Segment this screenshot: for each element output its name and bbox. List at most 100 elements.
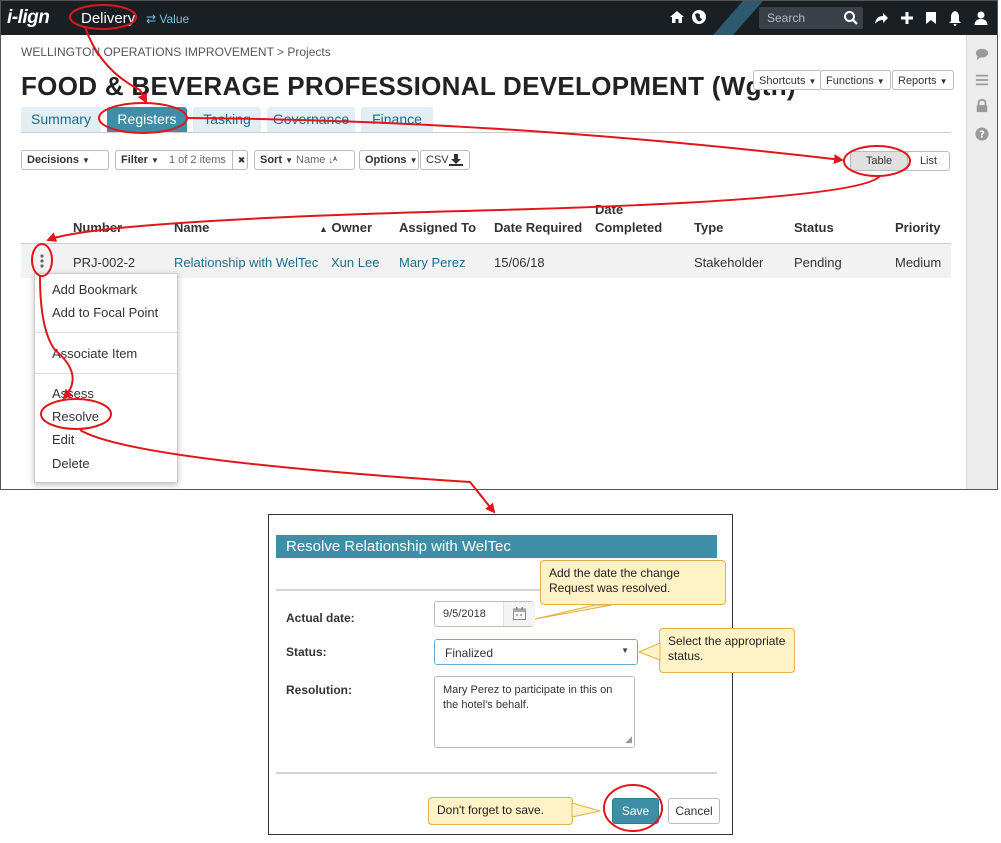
dialog-title: Resolve Relationship with WelTec: [276, 535, 717, 558]
bookmark-icon[interactable]: [923, 10, 939, 26]
callout-save-tip: Don't forget to save.: [428, 797, 573, 825]
col-priority[interactable]: Priority: [895, 220, 941, 235]
sort-dropdown[interactable]: Sort ▼ Name ↓ᴬ: [254, 150, 355, 170]
col-name[interactable]: Name: [174, 220, 209, 235]
plus-icon[interactable]: [899, 10, 915, 26]
resolution-text: Mary Perez to participate in this on the…: [443, 684, 613, 711]
callout-date-tip: Add the date the change Request was reso…: [540, 560, 726, 605]
status-value: Finalized: [445, 646, 494, 660]
col-date-completed-line1[interactable]: Date: [595, 202, 623, 217]
col-number[interactable]: Number: [73, 220, 122, 235]
breadcrumb[interactable]: WELLINGTON OPERATIONS IMPROVEMENT > Proj…: [21, 45, 331, 59]
sort-az-icon: ↓ᴬ: [328, 155, 338, 165]
list-view-button[interactable]: List: [907, 151, 950, 171]
cell-owner-link[interactable]: Xun Lee: [331, 255, 379, 270]
caret-down-icon: ▼: [82, 156, 90, 165]
module-selector[interactable]: Delivery: [81, 10, 135, 27]
search-input[interactable]: [767, 11, 837, 25]
search-icon[interactable]: [843, 10, 859, 26]
globe-icon[interactable]: [691, 9, 707, 25]
caret-down-icon: ▼: [876, 77, 885, 86]
help-icon[interactable]: ?: [975, 127, 989, 141]
options-dropdown[interactable]: Options ▼: [359, 150, 419, 170]
clear-filter-icon[interactable]: ✖: [232, 151, 250, 169]
row-actions-icon[interactable]: [38, 253, 46, 269]
dialog-divider: [276, 772, 717, 774]
search-box[interactable]: [759, 7, 863, 29]
menu-divider: [35, 373, 177, 374]
reports-dropdown[interactable]: Reports ▼: [892, 70, 954, 90]
functions-dropdown[interactable]: Functions ▼: [820, 70, 891, 90]
user-icon[interactable]: [973, 10, 989, 26]
bell-icon[interactable]: [947, 10, 963, 26]
row-context-menu: Add Bookmark Add to Focal Point Associat…: [34, 273, 178, 483]
col-owner[interactable]: ▲ Owner: [319, 220, 372, 235]
table-view-button[interactable]: Table: [850, 151, 908, 171]
csv-label: CSV: [426, 154, 449, 166]
sort-asc-icon: ▲: [319, 224, 328, 234]
cell-number: PRJ-002-2: [73, 255, 136, 270]
status-label: Status:: [286, 645, 327, 659]
top-navbar: i-lign Delivery ⇄ Value: [1, 1, 997, 35]
cell-assigned-link[interactable]: Mary Perez: [399, 255, 465, 270]
col-date-required[interactable]: Date Required: [494, 220, 582, 235]
download-icon: [449, 154, 463, 166]
decorative-stripe: [713, 1, 763, 35]
menu-edit[interactable]: Edit: [52, 432, 74, 447]
app-logo[interactable]: i-lign: [7, 7, 50, 29]
filter-label: Filter: [121, 154, 148, 166]
list-icon[interactable]: [975, 73, 989, 87]
resolution-textarea[interactable]: Mary Perez to participate in this on the…: [434, 676, 635, 748]
lock-icon[interactable]: [975, 99, 989, 113]
caret-down-icon: ▼: [808, 77, 817, 86]
resize-handle-icon[interactable]: ◢: [625, 732, 632, 747]
callout-status-tip: Select the appropriate status.: [659, 628, 795, 673]
shortcuts-dropdown[interactable]: Shortcuts ▼: [753, 70, 823, 90]
cell-name-link[interactable]: Relationship with WelTec: [174, 255, 318, 270]
filter-group: Filter ▼ 1 of 2 items ✖: [115, 150, 248, 170]
calendar-icon: [513, 607, 526, 620]
cancel-button[interactable]: Cancel: [668, 798, 720, 824]
menu-add-focal-point[interactable]: Add to Focal Point: [52, 305, 158, 320]
menu-associate-item[interactable]: Associate Item: [52, 346, 137, 361]
home-icon[interactable]: [669, 9, 685, 25]
comment-icon[interactable]: [975, 47, 989, 61]
col-type[interactable]: Type: [694, 220, 723, 235]
tab-governance[interactable]: Governance: [267, 107, 355, 132]
decisions-dropdown[interactable]: Decisions ▼: [21, 150, 109, 170]
date-picker-button[interactable]: [503, 602, 535, 626]
chevron-down-icon: ▼: [621, 646, 629, 655]
actual-date-field[interactable]: 9/5/2018: [434, 601, 535, 627]
save-button[interactable]: Save: [612, 798, 659, 824]
col-date-completed-line2[interactable]: Completed: [595, 220, 662, 235]
col-owner-label: Owner: [331, 220, 373, 235]
cell-type: Stakeholder: [694, 255, 764, 270]
status-select[interactable]: Finalized ▼: [434, 639, 638, 665]
csv-download-button[interactable]: CSV: [420, 150, 470, 170]
col-assigned[interactable]: Assigned To: [399, 220, 476, 235]
decisions-label: Decisions: [27, 154, 79, 166]
menu-divider: [35, 332, 177, 333]
tab-registers[interactable]: Registers: [107, 107, 187, 132]
share-icon[interactable]: [873, 10, 889, 26]
actual-date-value: 9/5/2018: [443, 608, 486, 620]
menu-resolve[interactable]: Resolve: [52, 409, 99, 424]
cell-date-required: 15/06/18: [494, 255, 545, 270]
tab-summary[interactable]: Summary: [21, 107, 101, 132]
cell-status: Pending: [794, 255, 842, 270]
sort-field: Name: [296, 154, 326, 166]
caret-down-icon: ▼: [285, 156, 293, 165]
tab-bar: Summary Registers Tasking Governance Fin…: [21, 107, 951, 133]
filter-button[interactable]: Filter ▼: [121, 151, 159, 170]
menu-delete[interactable]: Delete: [52, 456, 90, 471]
menu-assess[interactable]: Assess: [52, 386, 94, 401]
functions-label: Functions: [826, 75, 874, 87]
shortcuts-label: Shortcuts: [759, 75, 806, 87]
menu-add-bookmark[interactable]: Add Bookmark: [52, 282, 137, 297]
tab-tasking[interactable]: Tasking: [193, 107, 261, 132]
value-module-link[interactable]: ⇄ Value: [146, 12, 189, 26]
col-status[interactable]: Status: [794, 220, 834, 235]
options-label: Options: [365, 154, 407, 166]
caret-down-icon: ▼: [939, 77, 948, 86]
tab-finance[interactable]: Finance: [361, 107, 433, 132]
